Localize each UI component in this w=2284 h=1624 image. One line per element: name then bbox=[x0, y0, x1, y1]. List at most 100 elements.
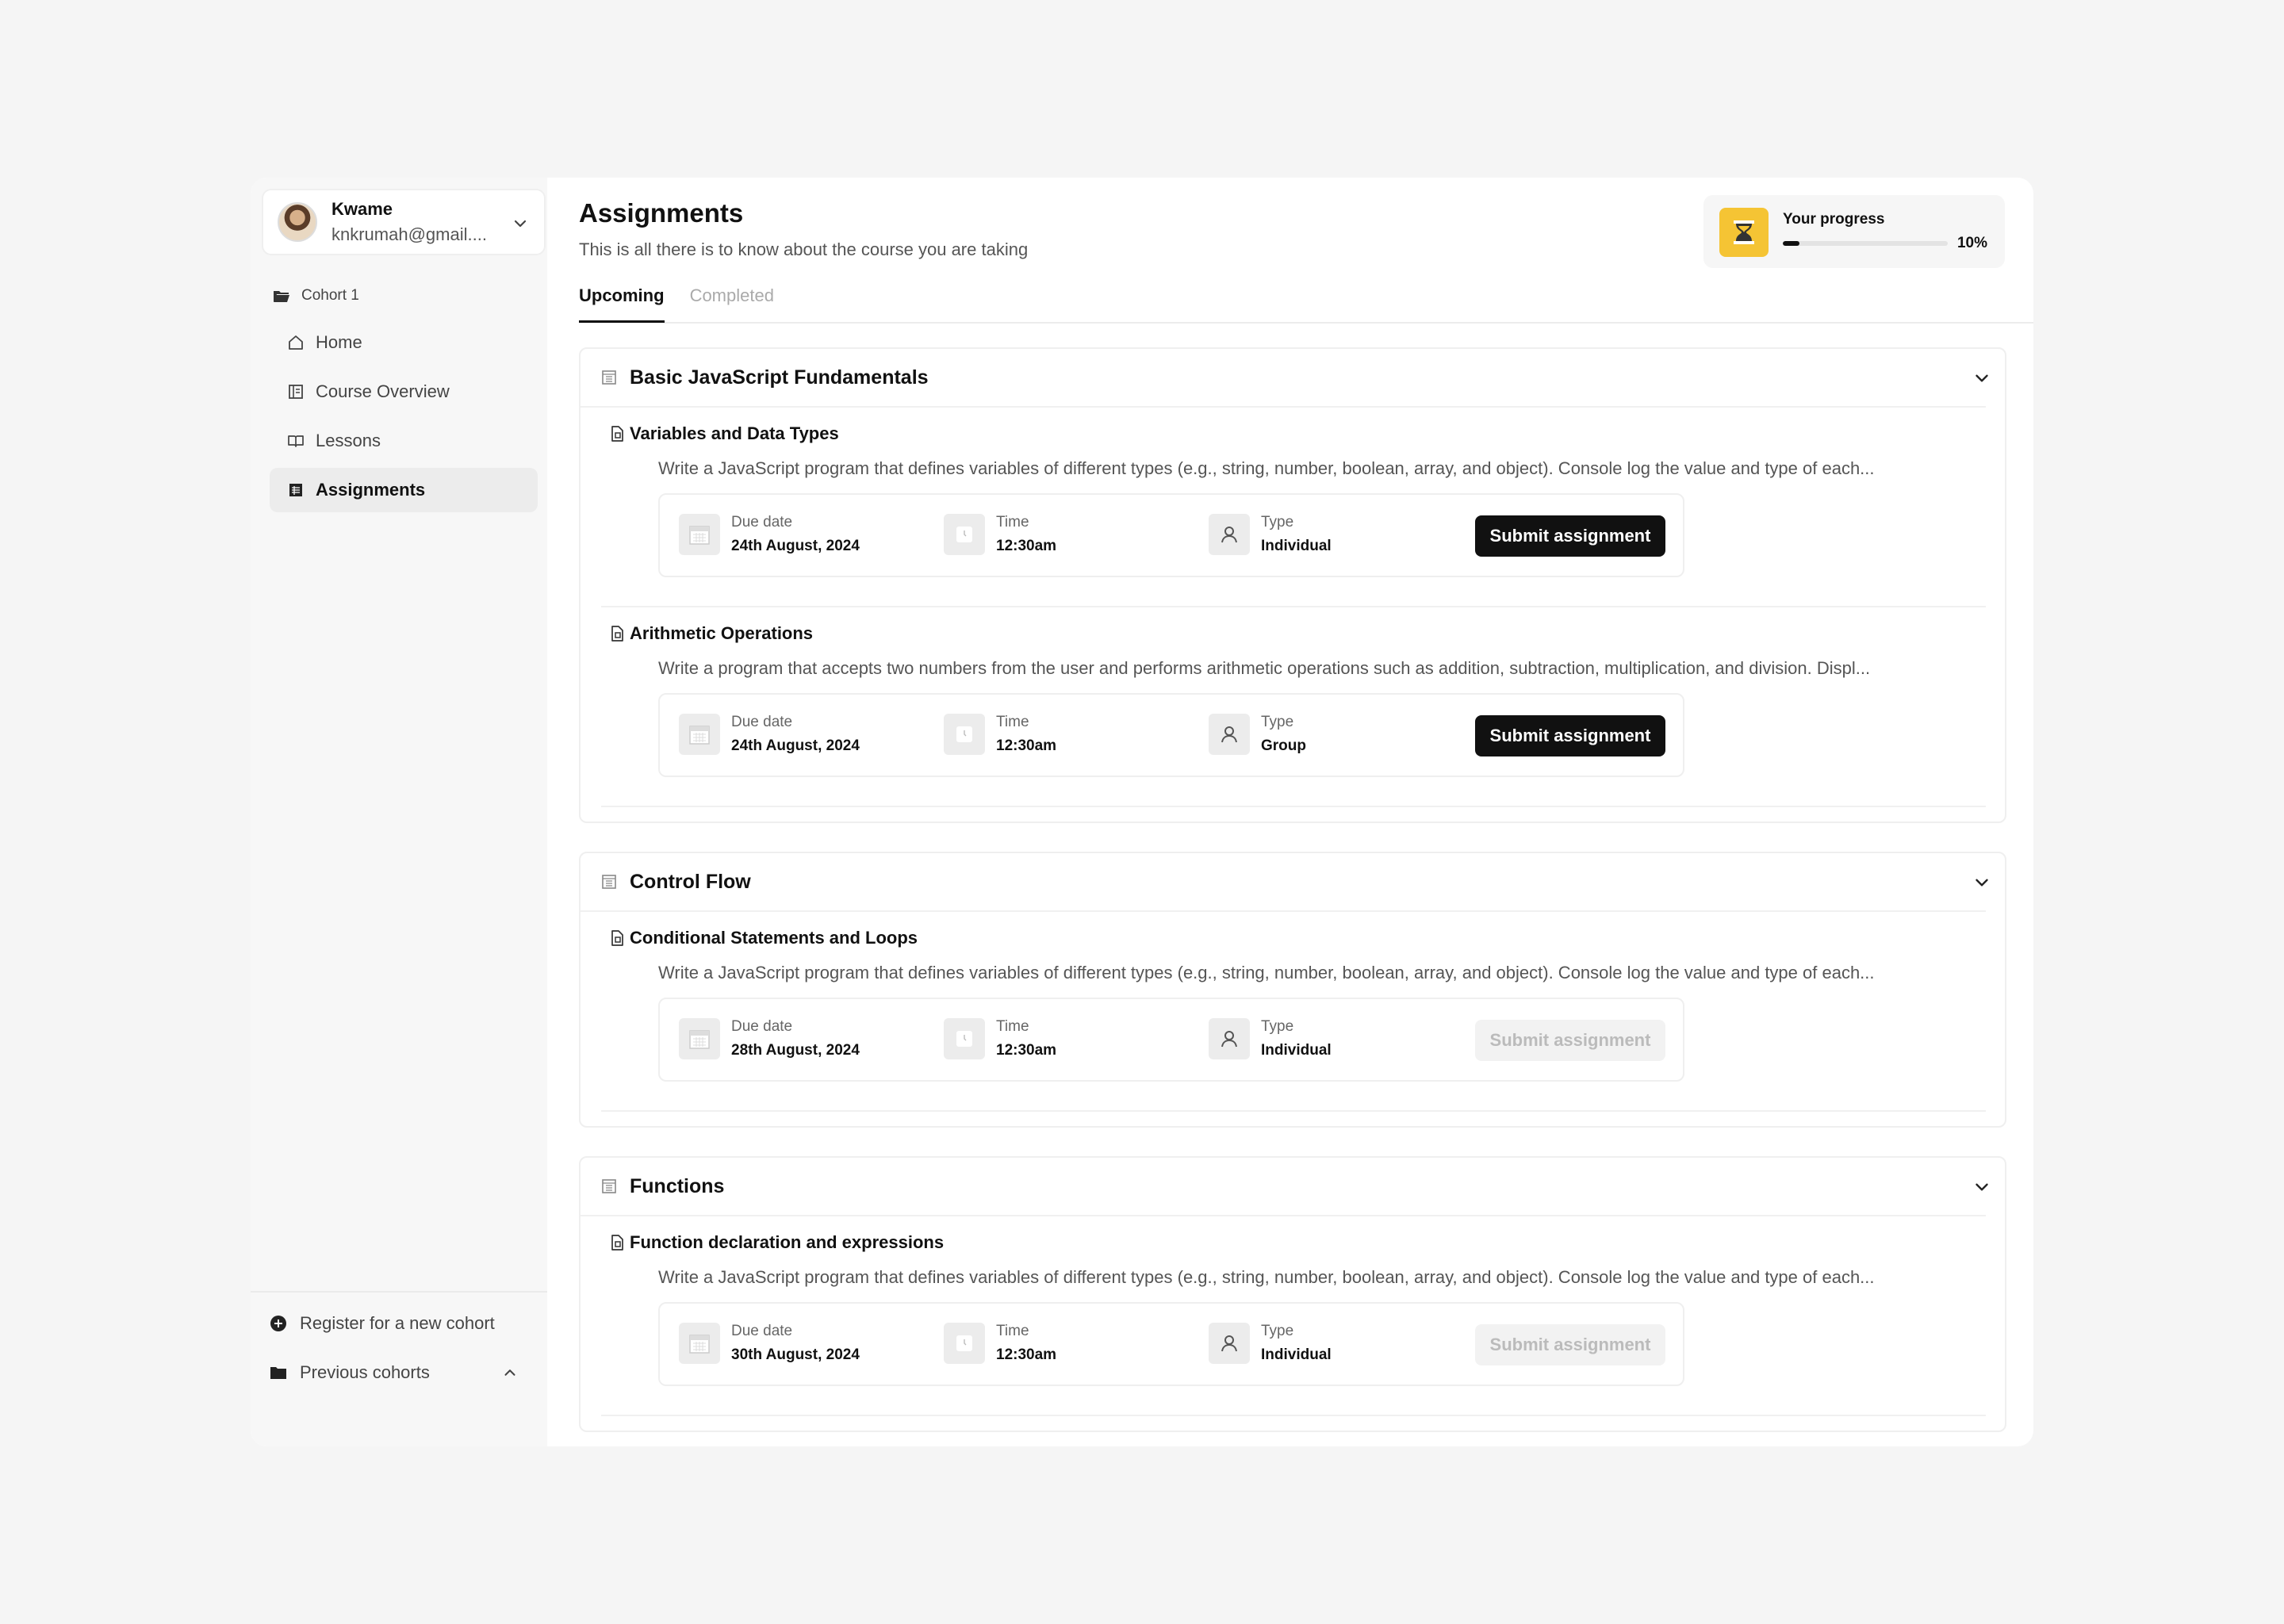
assignment-meta: Due date 24th August, 2024 Time 12:30am bbox=[658, 693, 1684, 777]
time-label: Time bbox=[996, 1018, 1029, 1035]
assignment-title: Function declaration and expressions bbox=[630, 1232, 945, 1252]
type-info: Type Individual bbox=[1209, 1018, 1332, 1059]
clock-icon bbox=[956, 1031, 972, 1047]
time-label: Time bbox=[996, 514, 1029, 530]
type-value: Individual bbox=[1261, 538, 1332, 554]
progress-percent: 10% bbox=[1956, 235, 1987, 251]
progress-bar bbox=[1783, 241, 1948, 246]
section-title: Basic JavaScript Fundamentals bbox=[630, 366, 929, 389]
type-value: Individual bbox=[1261, 1346, 1332, 1363]
clock-icon bbox=[956, 527, 972, 542]
type-label: Type bbox=[1261, 1323, 1294, 1339]
due-date-value: 24th August, 2024 bbox=[731, 538, 860, 554]
progress-card: Your progress 10% bbox=[1703, 195, 2005, 268]
time-label: Time bbox=[996, 1323, 1029, 1339]
time-value: 12:30am bbox=[996, 737, 1057, 754]
calendar-icon bbox=[689, 526, 710, 545]
assignment-title: Arithmetic Operations bbox=[630, 623, 814, 643]
section-header[interactable]: Control Flow bbox=[581, 853, 1988, 912]
chevron-down-icon[interactable] bbox=[1972, 1177, 1992, 1197]
type-value: Group bbox=[1261, 737, 1306, 754]
profile-name: Kwame bbox=[331, 199, 393, 219]
progress-fill bbox=[1783, 241, 1799, 246]
submit-assignment-button[interactable]: Submit assignment bbox=[1475, 715, 1665, 756]
due-date-label: Due date bbox=[731, 714, 793, 730]
chevron-down-icon[interactable] bbox=[1972, 368, 1992, 389]
sidebar-item-label: Home bbox=[316, 332, 362, 352]
progress-label: Your progress bbox=[1783, 211, 1885, 228]
due-date-value: 24th August, 2024 bbox=[731, 737, 860, 754]
user-icon bbox=[1221, 726, 1237, 743]
assignment-title: Conditional Statements and Loops bbox=[630, 928, 918, 948]
time-info: Time 12:30am bbox=[944, 714, 1056, 755]
tab-completed[interactable]: Completed bbox=[690, 282, 774, 320]
assignment-meta: Due date 30th August, 2024 Time 12:30am bbox=[658, 1302, 1684, 1386]
cohort-label: Cohort 1 bbox=[273, 287, 359, 304]
assignment-item: Conditional Statements and Loops Write a… bbox=[601, 912, 1986, 1112]
register-cohort-link[interactable]: Register for a new cohort bbox=[270, 1313, 539, 1334]
assignment-list: Conditional Statements and Loops Write a… bbox=[581, 912, 2005, 1112]
section-header[interactable]: Basic JavaScript Fundamentals bbox=[581, 349, 1988, 408]
calendar-icon bbox=[689, 1335, 710, 1354]
due-date-info: Due date 24th August, 2024 bbox=[679, 514, 860, 555]
clock-icon bbox=[956, 726, 972, 742]
module-icon bbox=[602, 370, 616, 385]
register-cohort-label: Register for a new cohort bbox=[300, 1313, 495, 1333]
previous-cohorts-label: Previous cohorts bbox=[300, 1362, 430, 1382]
type-label: Type bbox=[1261, 1018, 1294, 1035]
type-value: Individual bbox=[1261, 1042, 1332, 1059]
assignment-description: Write a JavaScript program that defines … bbox=[658, 458, 1875, 478]
section-header[interactable]: Functions bbox=[581, 1158, 1988, 1216]
assignment-description: Write a JavaScript program that defines … bbox=[658, 963, 1875, 982]
folder-open-icon bbox=[274, 291, 289, 302]
assignment-meta: Due date 24th August, 2024 Time 12:30am bbox=[658, 493, 1684, 577]
sidebar: Kwame knkrumah@gmail.... Cohort 1 Home C… bbox=[251, 178, 547, 1446]
calendar-icon bbox=[689, 1030, 710, 1049]
assignment-title: Variables and Data Types bbox=[630, 423, 839, 443]
chevron-down-icon[interactable] bbox=[1972, 872, 1992, 893]
assignment-list: Function declaration and expressions Wri… bbox=[581, 1216, 2005, 1416]
assignment-sections: Basic JavaScript Fundamentals Variables … bbox=[579, 347, 2006, 1446]
time-value: 12:30am bbox=[996, 1042, 1057, 1059]
sidebar-item-label: Assignments bbox=[316, 480, 426, 500]
page-title: Assignments bbox=[579, 198, 744, 228]
previous-cohorts-toggle[interactable]: Previous cohorts bbox=[270, 1362, 539, 1383]
submit-assignment-button[interactable]: Submit assignment bbox=[1475, 1324, 1665, 1365]
assignment-item: Function declaration and expressions Wri… bbox=[601, 1216, 1986, 1416]
due-date-info: Due date 30th August, 2024 bbox=[679, 1323, 860, 1364]
assignments-icon bbox=[289, 484, 302, 496]
profile-switcher[interactable]: Kwame knkrumah@gmail.... bbox=[262, 189, 546, 255]
due-date-value: 30th August, 2024 bbox=[731, 1346, 860, 1363]
sidebar-item-home[interactable]: Home bbox=[270, 320, 538, 365]
document-icon bbox=[611, 930, 623, 946]
assignment-list: Variables and Data Types Write a JavaScr… bbox=[581, 408, 2005, 807]
chevron-down-icon bbox=[514, 220, 527, 228]
due-date-info: Due date 28th August, 2024 bbox=[679, 1018, 860, 1059]
tab-upcoming[interactable]: Upcoming bbox=[579, 282, 665, 323]
sidebar-divider bbox=[251, 1291, 547, 1293]
user-icon bbox=[1221, 1335, 1237, 1352]
due-date-label: Due date bbox=[731, 1323, 793, 1339]
document-icon bbox=[611, 626, 623, 642]
folder-icon bbox=[270, 1367, 286, 1379]
clock-icon bbox=[956, 1335, 972, 1351]
submit-assignment-button[interactable]: Submit assignment bbox=[1475, 1020, 1665, 1061]
type-info: Type Group bbox=[1209, 714, 1306, 755]
avatar bbox=[278, 202, 317, 242]
section-title: Functions bbox=[630, 1174, 725, 1197]
submit-assignment-button[interactable]: Submit assignment bbox=[1475, 515, 1665, 557]
hourglass-icon bbox=[1734, 220, 1754, 244]
course-section: Control Flow Conditional Statements and … bbox=[579, 852, 2006, 1128]
time-value: 12:30am bbox=[996, 538, 1057, 554]
main-content: Assignments This is all there is to know… bbox=[547, 178, 2033, 1446]
sidebar-item-assignments[interactable]: Assignments bbox=[270, 468, 538, 512]
user-icon bbox=[1221, 1031, 1237, 1048]
due-date-info: Due date 24th August, 2024 bbox=[679, 714, 860, 755]
due-date-label: Due date bbox=[731, 514, 793, 530]
sidebar-item-course-overview[interactable]: Course Overview bbox=[270, 370, 538, 414]
sidebar-nav: Home Course Overview Lessons Assignments bbox=[270, 320, 538, 517]
course-section: Functions Function declaration and expre… bbox=[579, 1156, 2006, 1432]
time-info: Time 12:30am bbox=[944, 514, 1056, 555]
sidebar-item-lessons[interactable]: Lessons bbox=[270, 419, 538, 463]
type-info: Type Individual bbox=[1209, 514, 1332, 555]
